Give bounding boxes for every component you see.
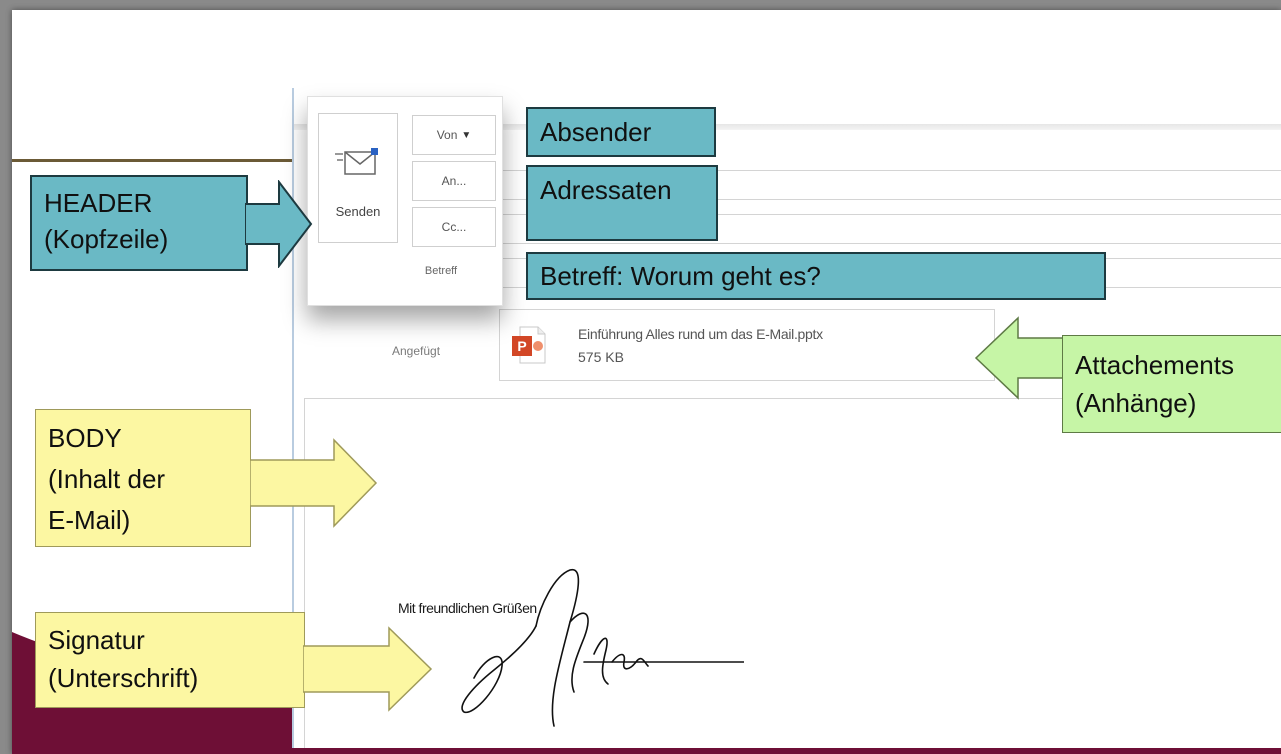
- send-panel: Senden Von ▼ An... Cc... Betreff: [307, 96, 503, 306]
- attachments-annotation-subtitle: (Anhänge): [1075, 388, 1197, 418]
- to-label: An...: [441, 174, 467, 188]
- attachments-annotation-title: Attachements: [1075, 350, 1234, 380]
- from-button[interactable]: Von ▼: [412, 115, 496, 155]
- subject-annotation: Betreff: Worum geht es?: [526, 252, 1106, 300]
- header-annotation-title: HEADER: [44, 188, 153, 218]
- attachment-file-name: Einführung Alles rund um das E-Mail.pptx: [578, 326, 823, 342]
- header-arrow-icon: [245, 180, 313, 268]
- attachment-label: Angefügt: [392, 344, 441, 358]
- cc-button[interactable]: Cc...: [412, 207, 496, 247]
- body-annotation-line-3: E-Mail): [48, 505, 131, 535]
- chevron-down-icon: ▼: [461, 129, 472, 141]
- from-label: Von: [436, 128, 458, 142]
- attachments-arrow-icon: [974, 316, 1071, 400]
- signature-annotation-title: Signatur: [48, 625, 145, 655]
- svg-text:P: P: [517, 338, 526, 354]
- signature-annotation-subtitle: (Unterschrift): [48, 663, 199, 693]
- to-button[interactable]: An...: [412, 161, 496, 201]
- header-annotation: HEADER (Kopfzeile): [30, 175, 248, 271]
- signature-arrow-icon: [303, 626, 433, 712]
- body-annotation: BODY (Inhalt der E-Mail): [35, 409, 251, 547]
- send-envelope-icon: [335, 148, 378, 175]
- send-button[interactable]: Senden: [318, 113, 398, 243]
- recipients-annotation: Adressaten: [526, 165, 718, 241]
- handwritten-signature: [461, 569, 744, 727]
- body-arrow-icon: [250, 438, 378, 528]
- subject-label: Betreff: [424, 265, 458, 277]
- attachment-item[interactable]: P Einführung Alles rund um das E-Mail.pp…: [499, 309, 995, 381]
- cc-label: Cc...: [441, 220, 467, 234]
- send-label: Senden: [335, 204, 381, 219]
- powerpoint-file-icon: P: [512, 326, 546, 364]
- sender-annotation: Absender: [526, 107, 716, 157]
- body-annotation-title: BODY: [48, 423, 122, 453]
- attachment-file-size: 575 KB: [578, 349, 624, 365]
- body-annotation-line-2: (Inhalt der: [48, 464, 166, 494]
- header-divider-line: [12, 159, 308, 162]
- attachments-annotation: Attachements (Anhänge): [1062, 335, 1281, 433]
- signature-annotation: Signatur (Unterschrift): [35, 612, 305, 708]
- header-annotation-subtitle: (Kopfzeile): [44, 224, 169, 254]
